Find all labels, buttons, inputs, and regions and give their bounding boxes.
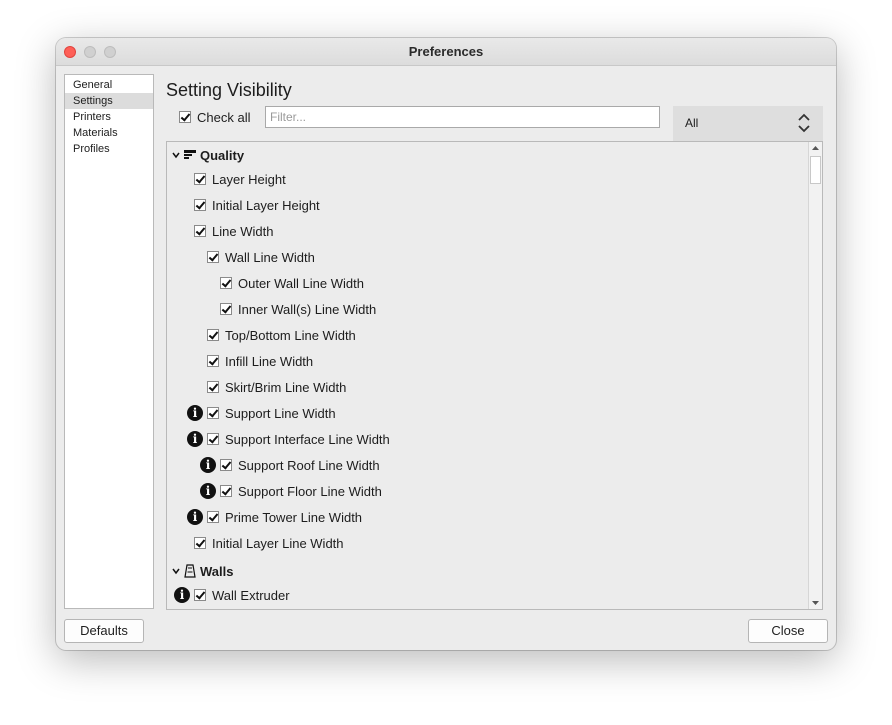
info-icon[interactable]: i bbox=[200, 483, 216, 499]
setting-row[interactable]: Line Width bbox=[194, 221, 273, 241]
setting-label: Prime Tower Line Width bbox=[225, 509, 363, 525]
setting-checkbox[interactable] bbox=[194, 589, 206, 601]
chevron-down-icon[interactable] bbox=[171, 150, 181, 160]
setting-label: Line Width bbox=[212, 223, 274, 239]
setting-checkbox[interactable] bbox=[194, 537, 206, 549]
up-down-arrows-icon bbox=[798, 113, 810, 133]
setting-label: Support Line Width bbox=[225, 405, 336, 421]
setting-row[interactable]: Outer Wall Line Width bbox=[220, 273, 364, 293]
scroll-up-arrow-icon[interactable] bbox=[809, 142, 822, 155]
sidebar-item-general[interactable]: General bbox=[65, 77, 153, 93]
setting-checkbox[interactable] bbox=[194, 199, 206, 211]
category-label: Walls bbox=[200, 563, 234, 579]
setting-row[interactable]: Support Line Width bbox=[207, 403, 336, 423]
setting-checkbox[interactable] bbox=[207, 355, 219, 367]
sidebar-item-profiles[interactable]: Profiles bbox=[65, 141, 153, 157]
setting-label: Support Roof Line Width bbox=[238, 457, 380, 473]
info-icon[interactable]: i bbox=[187, 405, 203, 421]
setting-label: Support Floor Line Width bbox=[238, 483, 382, 499]
setting-checkbox[interactable] bbox=[220, 277, 232, 289]
setting-checkbox[interactable] bbox=[207, 251, 219, 263]
setting-label: Support Interface Line Width bbox=[225, 431, 390, 447]
quality-icon bbox=[184, 150, 196, 159]
setting-row[interactable]: Support Floor Line Width bbox=[220, 481, 382, 501]
setting-checkbox[interactable] bbox=[207, 511, 219, 523]
title-bar: Preferences bbox=[56, 38, 836, 66]
setting-row[interactable]: Support Interface Line Width bbox=[207, 429, 390, 449]
setting-row[interactable]: Initial Layer Line Width bbox=[194, 533, 344, 553]
setting-row[interactable]: Layer Height bbox=[194, 169, 286, 189]
walls-icon bbox=[184, 564, 196, 578]
setting-checkbox[interactable] bbox=[207, 381, 219, 393]
defaults-button[interactable]: Defaults bbox=[64, 619, 144, 643]
close-button[interactable]: Close bbox=[748, 619, 828, 643]
info-icon[interactable]: i bbox=[187, 509, 203, 525]
setting-label: Wall Extruder bbox=[212, 587, 290, 603]
info-icon[interactable]: i bbox=[187, 431, 203, 447]
filter-input[interactable] bbox=[265, 106, 660, 128]
setting-checkbox[interactable] bbox=[220, 485, 232, 497]
setting-label: Infill Line Width bbox=[225, 353, 314, 369]
category-walls[interactable]: Walls bbox=[171, 561, 233, 581]
scrollbar-thumb[interactable] bbox=[810, 156, 821, 184]
setting-row[interactable]: Top/Bottom Line Width bbox=[207, 325, 356, 345]
setting-label: Skirt/Brim Line Width bbox=[225, 379, 347, 395]
setting-row[interactable]: Initial Layer Height bbox=[194, 195, 320, 215]
setting-checkbox[interactable] bbox=[207, 407, 219, 419]
setting-checkbox[interactable] bbox=[220, 459, 232, 471]
setting-checkbox[interactable] bbox=[194, 225, 206, 237]
setting-label: Initial Layer Line Width bbox=[212, 535, 344, 551]
setting-row[interactable]: Inner Wall(s) Line Width bbox=[220, 299, 376, 319]
setting-label: Inner Wall(s) Line Width bbox=[238, 301, 377, 317]
window-title: Preferences bbox=[408, 44, 484, 59]
info-icon[interactable]: i bbox=[200, 457, 216, 473]
visibility-select[interactable]: All bbox=[673, 106, 823, 141]
setting-row[interactable]: Wall Line Width bbox=[207, 247, 315, 267]
settings-list: Quality Layer Height Initial Layer Heigh… bbox=[166, 141, 823, 610]
setting-row[interactable]: Prime Tower Line Width bbox=[207, 507, 362, 527]
setting-label: Outer Wall Line Width bbox=[238, 275, 364, 291]
category-quality[interactable]: Quality bbox=[171, 145, 244, 165]
setting-label: Initial Layer Height bbox=[212, 197, 320, 213]
scroll-down-arrow-icon[interactable] bbox=[809, 596, 822, 609]
setting-row[interactable]: Skirt/Brim Line Width bbox=[207, 377, 346, 397]
check-all-checkbox[interactable] bbox=[179, 111, 191, 123]
check-all-label: Check all bbox=[197, 109, 251, 125]
sidebar-item-printers[interactable]: Printers bbox=[65, 109, 153, 125]
setting-label: Wall Line Width bbox=[225, 249, 315, 265]
setting-label: Layer Height bbox=[212, 171, 286, 187]
info-icon[interactable]: i bbox=[174, 587, 190, 603]
preferences-window: Preferences General Settings Printers Ma… bbox=[56, 38, 836, 650]
setting-checkbox[interactable] bbox=[207, 433, 219, 445]
visibility-select-value: All bbox=[685, 116, 699, 130]
sidebar-item-settings[interactable]: Settings bbox=[65, 93, 153, 109]
setting-checkbox[interactable] bbox=[220, 303, 232, 315]
check-all-toggle[interactable]: Check all bbox=[179, 109, 250, 125]
setting-label: Top/Bottom Line Width bbox=[225, 327, 356, 343]
chevron-down-icon[interactable] bbox=[171, 566, 181, 576]
preferences-sidebar: General Settings Printers Materials Prof… bbox=[64, 74, 154, 609]
page-title: Setting Visibility bbox=[166, 80, 292, 100]
settings-scrollbar[interactable] bbox=[808, 142, 822, 609]
setting-row[interactable]: Infill Line Width bbox=[207, 351, 313, 371]
setting-checkbox[interactable] bbox=[194, 173, 206, 185]
sidebar-item-materials[interactable]: Materials bbox=[65, 125, 153, 141]
setting-row[interactable]: Support Roof Line Width bbox=[220, 455, 380, 475]
category-label: Quality bbox=[200, 147, 245, 163]
setting-row[interactable]: Wall Extruder bbox=[194, 585, 290, 605]
setting-checkbox[interactable] bbox=[207, 329, 219, 341]
